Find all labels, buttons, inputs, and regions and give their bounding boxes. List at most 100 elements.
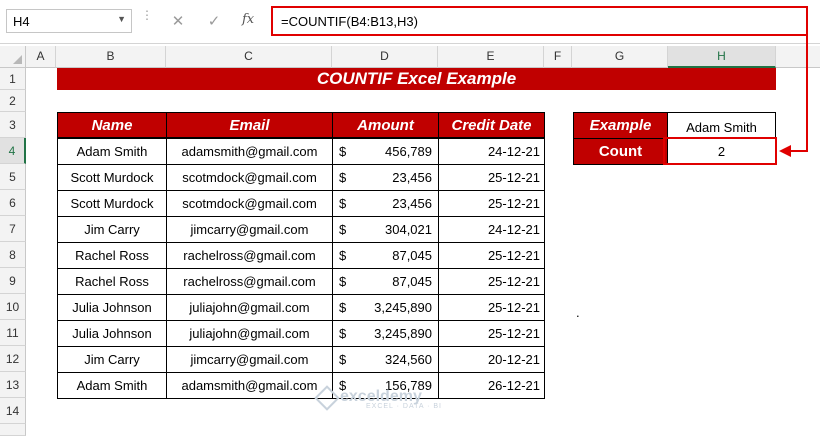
row-header-4[interactable]: 4	[0, 138, 26, 164]
column-header-e[interactable]: E	[438, 46, 544, 68]
row-header-15-partial	[0, 424, 26, 436]
cell-amount[interactable]: $23,456	[332, 164, 439, 191]
formula-input[interactable]: =COUNTIF(B4:B13,H3)	[271, 6, 808, 36]
column-header-g[interactable]: G	[572, 46, 668, 68]
row-header-1[interactable]: 1	[0, 68, 26, 90]
cell-email[interactable]: juliajohn@gmail.com	[166, 320, 333, 347]
insert-function-icon[interactable]: fx	[242, 12, 254, 27]
currency-symbol: $	[339, 170, 347, 185]
row-header-5[interactable]: 5	[0, 164, 26, 190]
cell-email[interactable]: rachelross@gmail.com	[166, 242, 333, 269]
cell-email[interactable]: jimcarry@gmail.com	[166, 216, 333, 243]
count-label: Count	[573, 138, 668, 165]
cell-name[interactable]: Scott Murdock	[57, 164, 167, 191]
chevron-down-icon[interactable]: ▼	[117, 14, 126, 24]
row-header-11[interactable]: 11	[0, 320, 26, 346]
cell-name[interactable]: Rachel Ross	[57, 242, 167, 269]
currency-symbol: $	[339, 222, 347, 237]
row-header-7[interactable]: 7	[0, 216, 26, 242]
amount-value: 304,021	[385, 222, 432, 237]
row-header-3[interactable]: 3	[0, 112, 26, 138]
cell-amount[interactable]: $23,456	[332, 190, 439, 217]
formula-text: =COUNTIF(B4:B13,H3)	[281, 14, 418, 29]
row-header-2[interactable]: 2	[0, 90, 26, 112]
cell-amount[interactable]: $456,789	[332, 138, 439, 165]
count-highlight-box	[663, 137, 777, 165]
annotation-arrowhead-icon	[779, 145, 791, 157]
currency-symbol: $	[339, 326, 347, 341]
row-header-6[interactable]: 6	[0, 190, 26, 216]
amount-value: 23,456	[392, 170, 432, 185]
currency-symbol: $	[339, 274, 347, 289]
row-header-12[interactable]: 12	[0, 346, 26, 372]
row-header-13[interactable]: 13	[0, 372, 26, 398]
row-header-10[interactable]: 10	[0, 294, 26, 320]
column-header-b[interactable]: B	[56, 46, 166, 68]
example-value-cell[interactable]: Adam Smith	[667, 112, 776, 139]
cell-amount[interactable]: $87,045	[332, 268, 439, 295]
column-header-a[interactable]: A	[26, 46, 56, 68]
cell-amount[interactable]: $87,045	[332, 242, 439, 269]
currency-symbol: $	[339, 300, 347, 315]
cell-amount[interactable]: $304,021	[332, 216, 439, 243]
cell-name[interactable]: Julia Johnson	[57, 294, 167, 321]
cell-amount[interactable]: $3,245,890	[332, 294, 439, 321]
cell-email[interactable]: jimcarry@gmail.com	[166, 346, 333, 373]
cell-date[interactable]: 24-12-21	[438, 216, 545, 243]
annotation-arrow-horizontal	[790, 150, 808, 152]
cell-date[interactable]: 26-12-21	[438, 372, 545, 399]
cell-email[interactable]: adamsmith@gmail.com	[166, 372, 333, 399]
table-header-credit-date: Credit Date	[438, 112, 545, 138]
cell-email[interactable]: adamsmith@gmail.com	[166, 138, 333, 165]
cell-name[interactable]: Adam Smith	[57, 138, 167, 165]
column-header-f[interactable]: F	[544, 46, 572, 68]
amount-value: 3,245,890	[374, 326, 432, 341]
currency-symbol: $	[339, 248, 347, 263]
amount-value: 23,456	[392, 196, 432, 211]
cell-amount[interactable]: $3,245,890	[332, 320, 439, 347]
watermark-tagline: EXCEL · DATA · BI	[366, 403, 442, 410]
exceldemy-watermark: exceldemy EXCEL · DATA · BI	[314, 385, 442, 411]
cell-email[interactable]: scotmdock@gmail.com	[166, 164, 333, 191]
example-label: Example	[573, 112, 668, 139]
enter-icon[interactable]: ✓	[204, 12, 224, 32]
cell-amount[interactable]: $324,560	[332, 346, 439, 373]
row-header-8[interactable]: 8	[0, 242, 26, 268]
cell-name[interactable]: Julia Johnson	[57, 320, 167, 347]
table-header-email: Email	[166, 112, 333, 138]
currency-symbol: $	[339, 196, 347, 211]
row-header-9[interactable]: 9	[0, 268, 26, 294]
formula-bar: H4 ▼ ⋮ ✕ ✓ fx =COUNTIF(B4:B13,H3)	[0, 0, 820, 44]
amount-value: 456,789	[385, 144, 432, 159]
cell-date[interactable]: 25-12-21	[438, 294, 545, 321]
cell-email[interactable]: scotmdock@gmail.com	[166, 190, 333, 217]
cell-date[interactable]: 25-12-21	[438, 242, 545, 269]
cell-name[interactable]: Jim Carry	[57, 346, 167, 373]
cell-date[interactable]: 20-12-21	[438, 346, 545, 373]
row-header-14[interactable]: 14	[0, 398, 26, 424]
column-header-h[interactable]: H	[668, 46, 776, 68]
cell-name[interactable]: Jim Carry	[57, 216, 167, 243]
currency-symbol: $	[339, 144, 347, 159]
cell-name[interactable]: Adam Smith	[57, 372, 167, 399]
select-all-corner[interactable]	[0, 46, 26, 68]
cell-date[interactable]: 25-12-21	[438, 164, 545, 191]
annotation-arrow-vertical	[806, 36, 808, 152]
cell-email[interactable]: rachelross@gmail.com	[166, 268, 333, 295]
cell-name[interactable]: Scott Murdock	[57, 190, 167, 217]
column-header-c[interactable]: C	[166, 46, 332, 68]
currency-symbol: $	[339, 352, 347, 367]
cell-name[interactable]: Rachel Ross	[57, 268, 167, 295]
table-header-amount: Amount	[332, 112, 439, 138]
cell-date[interactable]: 24-12-21	[438, 138, 545, 165]
cancel-icon[interactable]: ✕	[168, 12, 188, 32]
name-box[interactable]: H4 ▼	[6, 9, 132, 33]
cell-email[interactable]: juliajohn@gmail.com	[166, 294, 333, 321]
cell-date[interactable]: 25-12-21	[438, 268, 545, 295]
cell-date[interactable]: 25-12-21	[438, 320, 545, 347]
stray-text: .	[576, 305, 580, 320]
dots-separator-icon: ⋮	[141, 8, 153, 22]
sheet-title: COUNTIF Excel Example	[57, 68, 776, 90]
cell-date[interactable]: 25-12-21	[438, 190, 545, 217]
column-header-d[interactable]: D	[332, 46, 438, 68]
